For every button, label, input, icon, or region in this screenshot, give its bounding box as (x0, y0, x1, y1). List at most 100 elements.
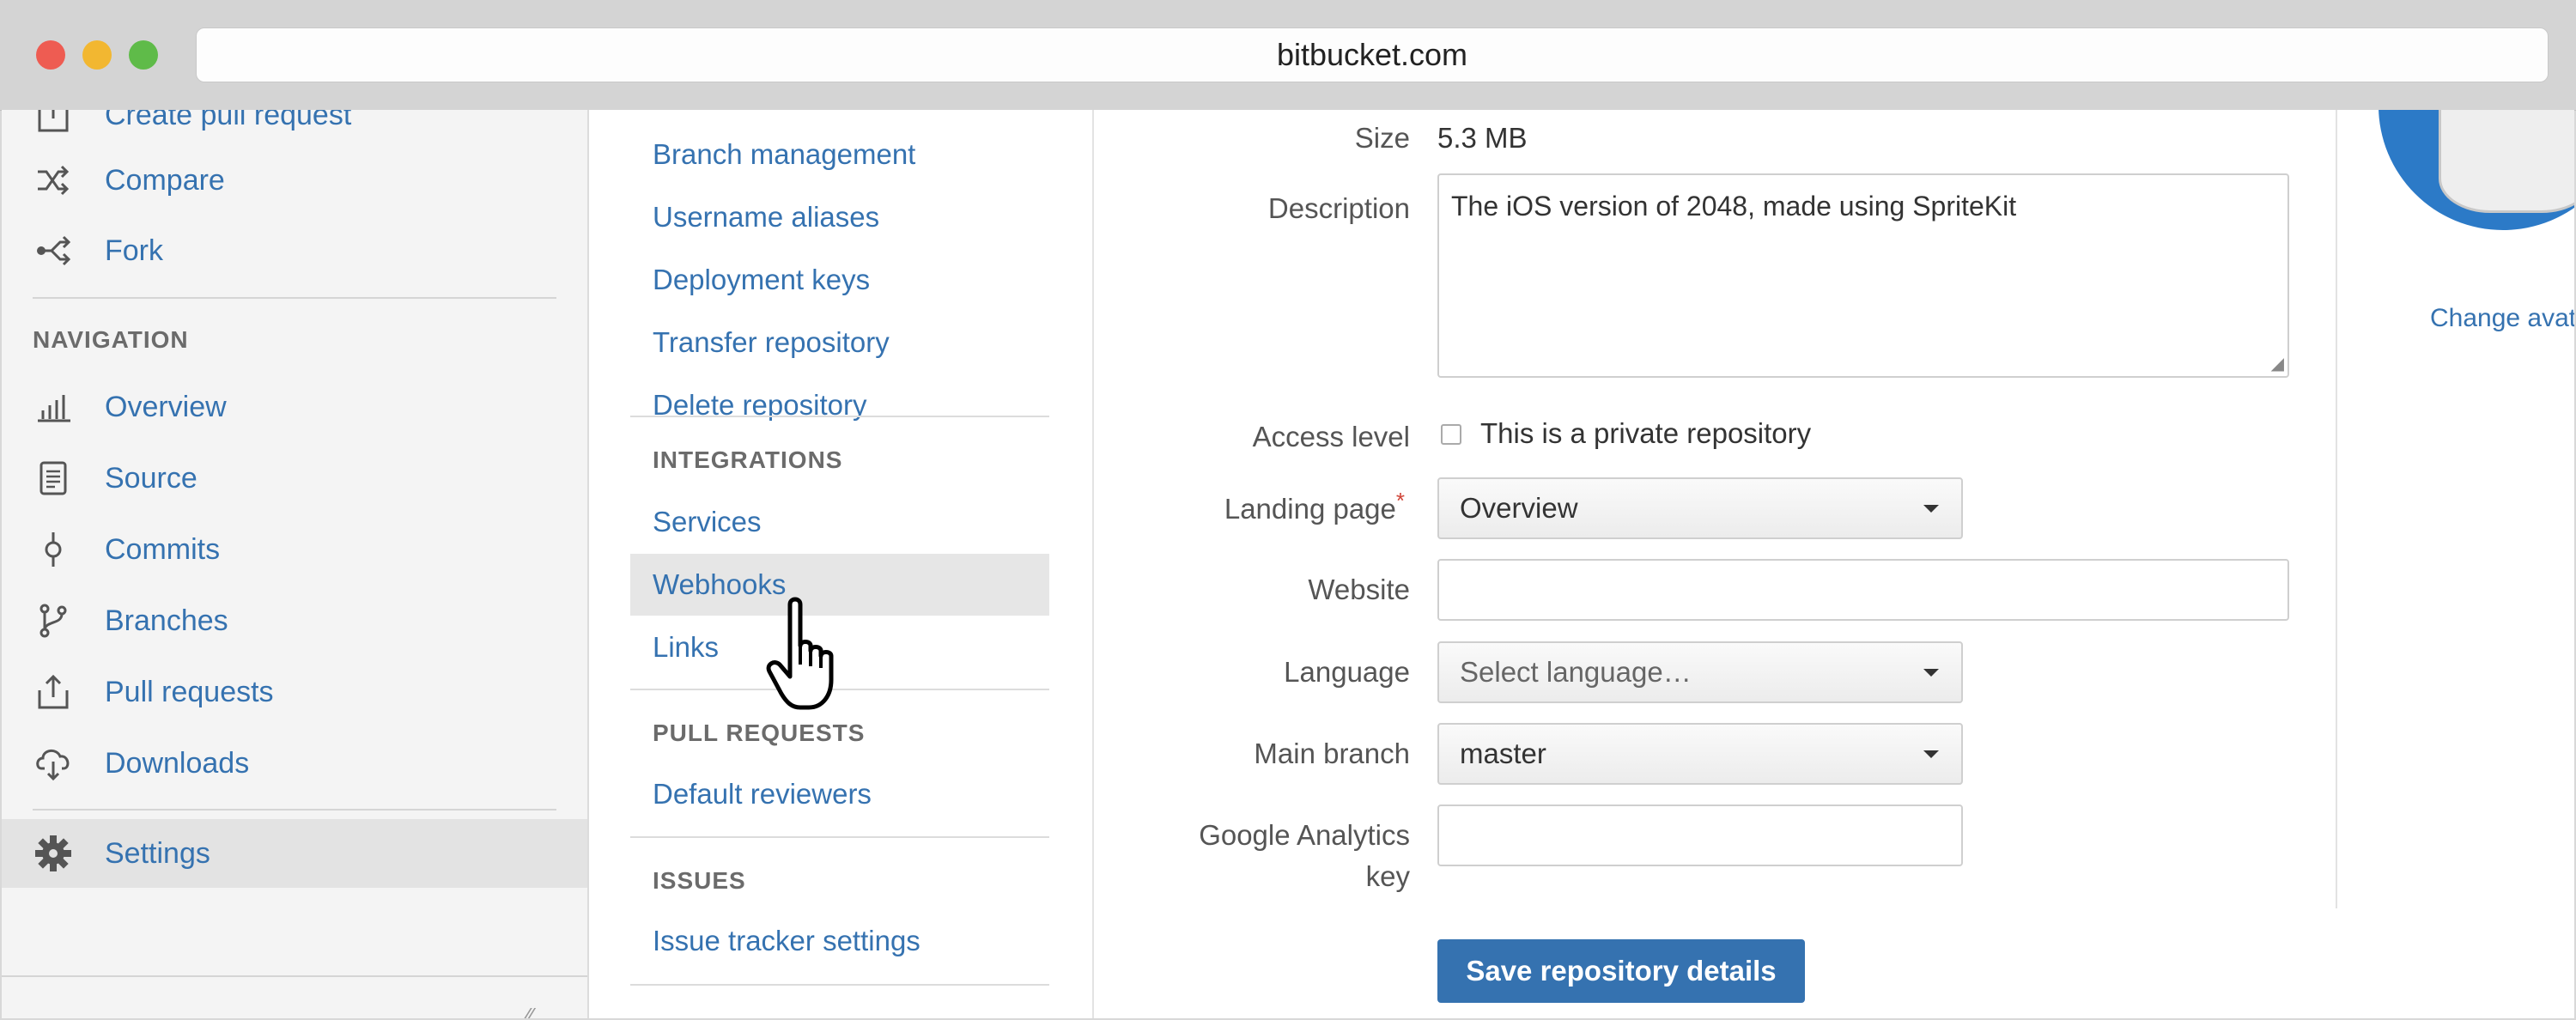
sidebar-item-label: Source (105, 461, 197, 495)
repo-sidebar: Create pull request Compare Fork NAVIGAT… (2, 110, 589, 1018)
language-select[interactable]: Select language… (1437, 641, 1963, 703)
integrations-heading: INTEGRATIONS (653, 446, 843, 473)
sidebar-resize-grip[interactable]: ⁄⁄ (526, 1003, 533, 1018)
maximize-window-button[interactable] (129, 40, 158, 70)
form-labels: Size Description Access level Landing pa… (1094, 110, 1410, 1018)
repository-details-form: Size Description Access level Landing pa… (1094, 110, 2339, 1018)
menu-item-branch-management[interactable]: Branch management (630, 124, 1049, 185)
menu-item-label: Username aliases (653, 201, 880, 233)
required-marker: * (1395, 488, 1405, 513)
language-placeholder: Select language… (1460, 656, 1692, 688)
browser-titlebar: bitbucket.com (0, 0, 2576, 111)
compare-icon (29, 156, 77, 204)
address-bar-url: bitbucket.com (1276, 37, 1468, 72)
create-pull-request-icon (29, 110, 77, 139)
textarea-resize-grip[interactable]: ◢ (2271, 353, 2284, 374)
close-window-button[interactable] (36, 40, 65, 70)
analytics-label-line1: Google Analytics (1199, 819, 1410, 851)
sidebar-divider (33, 809, 556, 811)
menu-item-label: Services (653, 506, 762, 537)
source-icon (29, 454, 77, 502)
change-avatar-link[interactable]: Change avata (2430, 304, 2574, 333)
sidebar-item-label: Commits (105, 532, 221, 566)
sidebar-item-commits[interactable]: Commits (2, 515, 587, 584)
website-input[interactable] (1437, 559, 2289, 621)
menu-divider (630, 836, 1049, 838)
downloads-icon (29, 739, 77, 787)
sidebar-item-overview[interactable]: Overview (2, 373, 587, 441)
landing-page-value: Overview (1460, 492, 1578, 524)
hand-pointer-cursor-icon (766, 597, 834, 710)
sidebar-item-compare[interactable]: Compare (2, 146, 587, 215)
sidebar-item-fork[interactable]: Fork (2, 216, 587, 285)
settings-menu: Branch management Username aliases Deplo… (589, 110, 1094, 1018)
sidebar-item-source[interactable]: Source (2, 444, 587, 513)
sidebar-item-branches[interactable]: Branches (2, 586, 587, 655)
menu-item-services[interactable]: Services (630, 491, 1049, 553)
sidebar-item-label: Fork (105, 234, 163, 267)
main-branch-value: master (1460, 738, 1546, 769)
menu-item-username-aliases[interactable]: Username aliases (630, 186, 1049, 248)
chevron-down-icon (1923, 669, 1939, 677)
access-level-label: Access level (1252, 421, 1410, 452)
menu-item-label: Transfer repository (653, 326, 890, 358)
landing-page-label-text: Landing page (1224, 493, 1396, 525)
menu-item-label: Links (653, 631, 720, 663)
private-repository-checkbox[interactable] (1441, 424, 1461, 445)
chevron-down-icon (1923, 750, 1939, 758)
menu-item-label: Webhooks (653, 568, 787, 600)
save-repository-details-button[interactable]: Save repository details (1437, 939, 1805, 1003)
menu-item-label: Branch management (653, 138, 916, 170)
menu-item-delete-repository[interactable]: Delete repository (630, 374, 1049, 436)
menu-item-label: Default reviewers (653, 778, 872, 810)
menu-divider (630, 416, 1049, 417)
sidebar-item-label: Pull requests (105, 675, 274, 708)
sidebar-footer-divider (2, 975, 587, 977)
pull-requests-icon (29, 668, 77, 716)
sidebar-item-label: Settings (105, 836, 210, 870)
main-branch-select[interactable]: master (1437, 723, 1963, 785)
size-value: 5.3 MB (1437, 122, 1528, 154)
private-repository-label[interactable]: This is a private repository (1480, 417, 1811, 450)
issues-heading: ISSUES (653, 867, 746, 894)
chevron-down-icon (1923, 505, 1939, 513)
avatar-bucket-image (2439, 110, 2574, 213)
language-label: Language (1284, 656, 1410, 688)
sidebar-item-create-pull-request[interactable]: Create pull request (2, 110, 587, 149)
branches-icon (29, 597, 77, 645)
sidebar-item-label: Overview (105, 390, 227, 423)
landing-page-label: Landing page* (1096, 488, 1405, 532)
menu-item-label: Deployment keys (653, 264, 871, 295)
main-branch-label: Main branch (1254, 738, 1410, 769)
overview-icon (29, 383, 77, 431)
menu-item-issue-tracker-settings[interactable]: Issue tracker settings (630, 910, 1049, 972)
menu-item-transfer-repository[interactable]: Transfer repository (630, 312, 1049, 373)
column-divider (2336, 110, 2337, 908)
description-label: Description (1267, 192, 1410, 224)
menu-item-deployment-keys[interactable]: Deployment keys (630, 249, 1049, 311)
description-text: The iOS version of 2048, made using Spri… (1451, 191, 2017, 222)
landing-page-select[interactable]: Overview (1437, 477, 1963, 539)
sidebar-item-settings[interactable]: Settings (2, 819, 587, 888)
analytics-label-line2: key (1365, 860, 1410, 892)
gear-icon (29, 829, 77, 877)
sidebar-item-downloads[interactable]: Downloads (2, 729, 587, 798)
sidebar-item-label: Branches (105, 604, 228, 637)
sidebar-item-label: Compare (105, 163, 225, 197)
commits-icon (29, 525, 77, 574)
address-bar[interactable]: bitbucket.com (196, 27, 2549, 82)
fork-icon (29, 227, 77, 275)
sidebar-item-label: Downloads (105, 746, 250, 780)
analytics-key-input[interactable] (1437, 804, 1963, 866)
menu-item-default-reviewers[interactable]: Default reviewers (630, 763, 1049, 825)
size-label: Size (1354, 122, 1410, 154)
sidebar-item-pull-requests[interactable]: Pull requests (2, 658, 587, 726)
menu-item-label: Issue tracker settings (653, 925, 920, 956)
menu-divider (630, 984, 1049, 986)
minimize-window-button[interactable] (82, 40, 112, 70)
sidebar-divider (33, 297, 556, 299)
navigation-heading: NAVIGATION (33, 326, 189, 353)
description-textarea[interactable]: The iOS version of 2048, made using Spri… (1437, 173, 2289, 378)
pull-requests-heading: PULL REQUESTS (653, 719, 866, 746)
sidebar-item-label: Create pull request (105, 110, 352, 131)
